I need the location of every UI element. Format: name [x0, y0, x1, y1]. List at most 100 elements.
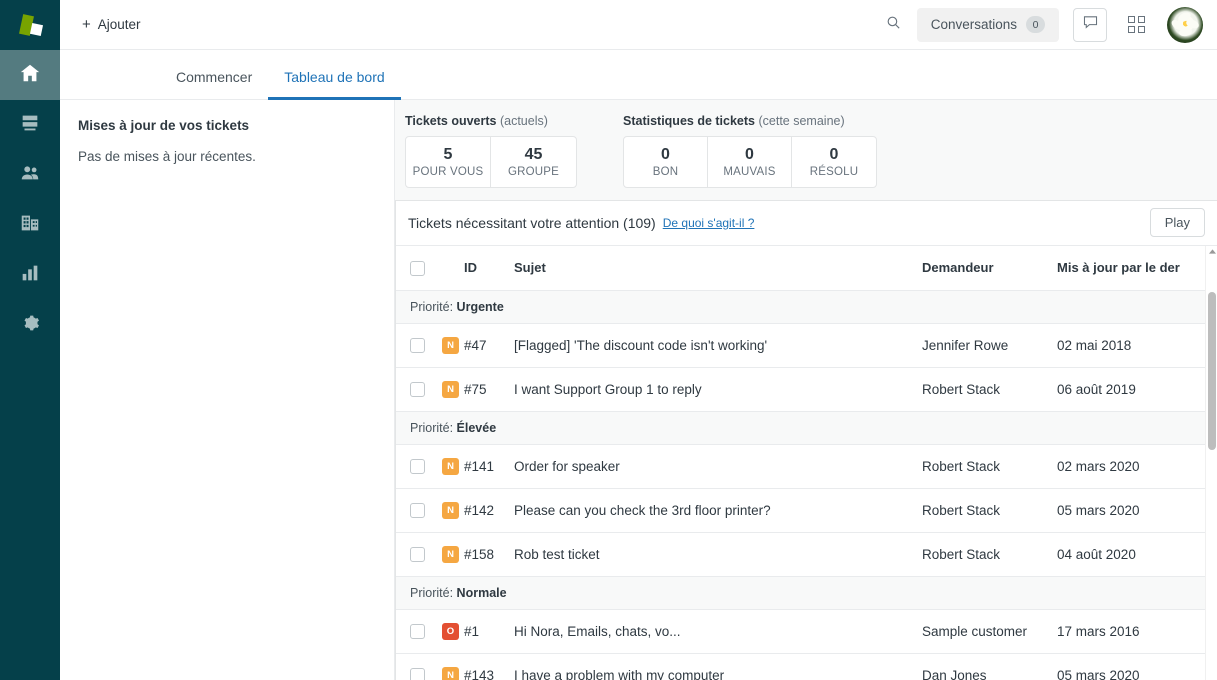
tickets-vertical-scrollbar[interactable] — [1205, 246, 1217, 680]
tickets-panel-title: Tickets nécessitant votre attention (109… — [408, 215, 656, 231]
table-row[interactable]: N#141Order for speakerRobert Stack02 mar… — [396, 444, 1217, 488]
priority-group-label: Priorité: Élevée — [396, 411, 1217, 444]
row-checkbox[interactable] — [410, 338, 425, 353]
tab-commencer[interactable]: Commencer — [160, 69, 268, 99]
stat-cell-pour-vous[interactable]: 5 POUR VOUS — [406, 137, 491, 187]
search-button[interactable] — [877, 8, 911, 42]
status-badge: N — [442, 381, 459, 398]
ticket-statistics-card: 0 BON 0 MAUVAIS 0 RÉSOLU — [623, 136, 877, 188]
tickets-table-body: Priorité: UrgenteN#47[Flagged] 'The disc… — [396, 290, 1217, 680]
row-select-cell — [396, 609, 442, 653]
row-checkbox[interactable] — [410, 503, 425, 518]
tab-tableau-de-bord[interactable]: Tableau de bord — [268, 69, 400, 99]
add-button[interactable]: + Ajouter — [74, 12, 149, 37]
tickets-table-scroll-area: ID Sujet Demandeur Mis à jour par le der… — [396, 246, 1217, 680]
ticket-requester-cell: Robert Stack — [922, 444, 1057, 488]
stat-value: 0 — [792, 145, 876, 166]
row-checkbox[interactable] — [410, 624, 425, 639]
id-header[interactable]: ID — [464, 246, 514, 291]
row-checkbox[interactable] — [410, 668, 425, 680]
ticket-subject-cell: I want Support Group 1 to reply — [514, 367, 922, 411]
status-badge: N — [442, 502, 459, 519]
row-select-cell — [396, 367, 442, 411]
logo-white-shape — [30, 23, 43, 36]
conversations-button[interactable]: Conversations 0 — [917, 8, 1059, 42]
status-badge: N — [442, 337, 459, 354]
scrollbar-thumb[interactable] — [1208, 292, 1216, 450]
chat-button[interactable] — [1073, 8, 1107, 42]
dashboard-main-pane: Tickets ouverts (actuels) 5 POUR VOUS 45… — [395, 100, 1217, 680]
open-tickets-heading-main: Tickets ouverts — [405, 114, 496, 128]
status-badge: O — [442, 623, 459, 640]
app-root: + Ajouter Conversations 0 — [0, 0, 1217, 680]
stat-cell-mauvais[interactable]: 0 MAUVAIS — [708, 137, 792, 187]
table-row[interactable]: N#47[Flagged] 'The discount code isn't w… — [396, 323, 1217, 367]
priority-group-row: Priorité: Élevée — [396, 411, 1217, 444]
ticket-id-cell: #1 — [464, 609, 514, 653]
table-row[interactable]: N#158Rob test ticketRobert Stack04 août … — [396, 532, 1217, 576]
ticket-id-cell: #158 — [464, 532, 514, 576]
tickets-table-head: ID Sujet Demandeur Mis à jour par le der — [396, 246, 1217, 291]
apps-button[interactable] — [1119, 8, 1153, 42]
row-checkbox[interactable] — [410, 547, 425, 562]
updated-header[interactable]: Mis à jour par le der — [1057, 246, 1217, 291]
tickets-help-link[interactable]: De quoi s'agit-il ? — [663, 216, 755, 230]
gear-icon — [19, 312, 41, 339]
stat-label: POUR VOUS — [406, 166, 490, 178]
table-row[interactable]: N#75I want Support Group 1 to replyRober… — [396, 367, 1217, 411]
status-cell: N — [442, 444, 464, 488]
ticket-statistics-heading-sub: (cette semaine) — [758, 114, 844, 128]
status-cell: N — [442, 653, 464, 680]
sidebar-item-views[interactable] — [0, 100, 60, 150]
tickets-panel: Tickets nécessitant votre attention (109… — [395, 200, 1217, 680]
status-cell: O — [442, 609, 464, 653]
subject-header[interactable]: Sujet — [514, 246, 922, 291]
scroll-up-arrow[interactable] — [1206, 246, 1217, 258]
sidebar-item-organizations[interactable] — [0, 200, 60, 250]
priority-group-row: Priorité: Normale — [396, 576, 1217, 609]
ticket-updates-pane: Mises à jour de vos tickets Pas de mises… — [60, 100, 395, 680]
ticket-updated-cell: 05 mars 2020 — [1057, 488, 1217, 532]
priority-group-value: Normale — [457, 586, 507, 600]
ticket-updates-title: Mises à jour de vos tickets — [78, 118, 374, 133]
user-avatar[interactable] — [1167, 7, 1203, 43]
conversations-label: Conversations — [931, 17, 1017, 32]
stat-label: RÉSOLU — [792, 166, 876, 178]
main-column: + Ajouter Conversations 0 — [60, 0, 1217, 680]
sidebar-item-admin[interactable] — [0, 300, 60, 350]
ticket-statistics-heading: Statistiques de tickets (cette semaine) — [623, 114, 877, 128]
stat-value: 0 — [624, 145, 707, 166]
stat-value: 0 — [708, 145, 791, 166]
status-cell: N — [442, 532, 464, 576]
sidebar-item-reporting[interactable] — [0, 250, 60, 300]
ticket-requester-cell: Dan Jones — [922, 653, 1057, 680]
row-select-cell — [396, 532, 442, 576]
table-row[interactable]: N#143I have a problem with my computerDa… — [396, 653, 1217, 680]
open-tickets-heading: Tickets ouverts (actuels) — [405, 114, 577, 128]
building-icon — [19, 212, 41, 239]
search-icon — [885, 14, 902, 36]
play-button[interactable]: Play — [1150, 208, 1205, 237]
sidebar-item-home[interactable] — [0, 50, 60, 100]
stat-value: 5 — [406, 145, 490, 166]
table-row[interactable]: O#1Hi Nora, Emails, chats, vo...Sample c… — [396, 609, 1217, 653]
status-cell: N — [442, 367, 464, 411]
ticket-subject-cell: Please can you check the 3rd floor print… — [514, 488, 922, 532]
row-checkbox[interactable] — [410, 382, 425, 397]
ticket-statistics-heading-main: Statistiques de tickets — [623, 114, 755, 128]
zendesk-logo[interactable] — [0, 0, 60, 50]
stat-cell-groupe[interactable]: 45 GROUPE — [491, 137, 576, 187]
select-all-checkbox[interactable] — [410, 261, 425, 276]
select-all-header — [396, 246, 442, 291]
stat-cell-bon[interactable]: 0 BON — [624, 137, 708, 187]
stat-cell-resolu[interactable]: 0 RÉSOLU — [792, 137, 876, 187]
row-select-cell — [396, 488, 442, 532]
table-row[interactable]: N#142Please can you check the 3rd floor … — [396, 488, 1217, 532]
bar-chart-icon — [19, 262, 41, 289]
ticket-id-cell: #143 — [464, 653, 514, 680]
ticket-subject-cell: [Flagged] 'The discount code isn't worki… — [514, 323, 922, 367]
requester-header[interactable]: Demandeur — [922, 246, 1057, 291]
row-checkbox[interactable] — [410, 459, 425, 474]
sidebar-item-customers[interactable] — [0, 150, 60, 200]
priority-group-value: Urgente — [457, 300, 504, 314]
